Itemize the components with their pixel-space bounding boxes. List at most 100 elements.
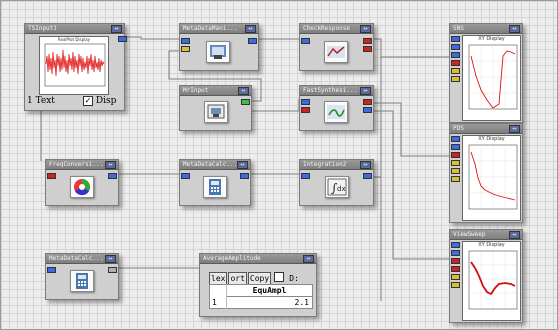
node-header[interactable]: FreqConversi... ⇔ [46,160,118,170]
output-port[interactable] [118,36,127,42]
node-header[interactable]: PDS ⇔ [450,124,522,134]
pds-display-node[interactable]: PDS ⇔ XY Display [449,123,523,223]
view-sweep-xy-plot: XY Display [462,241,521,321]
sns-chart [468,44,518,110]
color-wheel-icon [70,176,94,198]
node-menu-button[interactable]: ⇔ [360,161,371,169]
integration-node[interactable]: Integration2 ⇔ ∫ dx [299,159,374,206]
input-port[interactable] [451,52,460,58]
output-port[interactable] [363,99,372,105]
pds-chart [468,144,518,210]
input-port[interactable] [451,36,460,42]
node-header[interactable]: SNS ⇔ [450,24,522,34]
output-port[interactable] [241,99,250,105]
svg-text:dx: dx [337,185,346,193]
input-port[interactable] [181,173,190,179]
row-index: 1 [209,296,227,309]
node-header[interactable]: MetaDataMani... ⇔ [180,24,258,34]
output-port[interactable] [363,46,372,52]
input-port[interactable] [181,38,190,44]
ts-plot: RealPlot Display [39,36,109,95]
output-port[interactable] [363,107,372,113]
output-port[interactable] [108,267,117,273]
node-header[interactable]: AverageAmplitude ⇔ [200,254,316,264]
node-menu-button[interactable]: ⇔ [360,25,371,33]
input-port[interactable] [451,176,460,182]
d-checkbox[interactable] [274,271,285,282]
node-menu-button[interactable]: ⇔ [303,255,314,263]
average-amplitude-node[interactable]: AverageAmplitude ⇔ lex ort Copy D: EquAmpl… [199,253,317,317]
view-sweep-chart [468,250,518,310]
input-port[interactable] [301,173,310,179]
output-port[interactable] [108,173,117,179]
input-port[interactable] [451,274,460,280]
sns-display-node[interactable]: SNS ⇔ XY Display [449,23,523,123]
node-header[interactable]: FastSynthesi... ⇔ [300,86,373,96]
input-port[interactable] [47,267,56,273]
disp-option[interactable]: ✓ Disp [83,96,116,106]
input-port[interactable] [451,68,460,74]
input-port[interactable] [451,160,460,166]
output-port[interactable] [240,173,249,179]
fast-synthesis-node[interactable]: FastSynthesi... ⇔ [299,85,374,131]
input-port[interactable] [451,242,460,248]
node-menu-button[interactable]: ⇔ [360,87,371,95]
input-port[interactable] [451,44,460,50]
input-port[interactable] [301,107,310,113]
row-value: 2.1 [294,298,309,307]
input-port[interactable] [301,38,310,44]
meta-data-mani-node[interactable]: MetaDataMani... ⇔ [179,23,259,71]
input-port[interactable] [451,282,460,288]
input-port[interactable] [181,46,190,52]
input-port[interactable] [451,136,460,142]
input-port[interactable] [451,258,460,264]
input-port[interactable] [451,152,460,158]
node-header[interactable]: Integration2 ⇔ [300,160,373,170]
node-header[interactable]: CheckResponse ⇔ [300,24,373,34]
output-port[interactable] [363,173,372,179]
node-menu-button[interactable]: ⇔ [509,125,520,133]
node-header[interactable]: MetaDataCalc... ⇔ [46,254,118,264]
table-row[interactable]: 1 2.1 [209,296,313,309]
input-port[interactable] [451,266,460,272]
node-title: AverageAmplitude [203,255,261,262]
input-port[interactable] [47,173,56,179]
node-header[interactable]: TSInput1 ⇔ [25,24,124,34]
check-response-node[interactable]: CheckResponse ⇔ [299,23,374,71]
node-menu-button[interactable]: ⇔ [237,161,248,169]
input-port[interactable] [451,168,460,174]
mr-input-node[interactable]: MrInput ⇔ [179,85,252,131]
view-sweep-display-node[interactable]: ViewSweep ⇔ XY Display [449,229,523,323]
d-checkbox-label: D: [289,274,299,283]
input-port[interactable] [451,250,460,256]
node-menu-button[interactable]: ⇔ [105,255,116,263]
text-option[interactable]: 1 Text [27,96,55,106]
input-port[interactable] [451,144,460,150]
node-menu-button[interactable]: ⇔ [509,231,520,239]
node-menu-button[interactable]: ⇔ [509,25,520,33]
input-port[interactable] [451,76,460,82]
meta-data-calc-node[interactable]: MetaDataCalc... ⇔ [179,159,251,206]
node-menu-button[interactable]: ⇔ [238,87,249,95]
node-header[interactable]: ViewSweep ⇔ [450,230,522,240]
tsinput-node[interactable]: TSInput1 ⇔ RealPlot Display 1 Text ✓ Dis… [24,23,127,111]
disp-checkbox[interactable]: ✓ [83,96,93,106]
node-menu-button[interactable]: ⇔ [105,161,116,169]
data-manipulation-icon [206,41,230,63]
workflow-canvas[interactable]: TSInput1 ⇔ RealPlot Display 1 Text ✓ Dis… [0,0,558,330]
input-port[interactable] [451,60,460,66]
response-check-icon [324,41,348,63]
table-column-header[interactable]: EquAmpl [226,284,313,297]
synthesis-icon [324,101,348,123]
node-menu-button[interactable]: ⇔ [245,25,256,33]
meta-data-calc-node[interactable]: MetaDataCalc... ⇔ [45,253,119,300]
node-menu-button[interactable]: ⇔ [111,25,122,33]
result-table: EquAmpl 1 2.1 [209,284,313,309]
output-port[interactable] [363,38,372,44]
table-toolbar: lex ort Copy D: [209,266,299,286]
node-header[interactable]: MrInput ⇔ [180,86,251,96]
output-port[interactable] [248,38,257,44]
input-port[interactable] [301,99,310,105]
freq-conversion-node[interactable]: FreqConversi... ⇔ [45,159,119,206]
node-header[interactable]: MetaDataCalc... ⇔ [180,160,250,170]
